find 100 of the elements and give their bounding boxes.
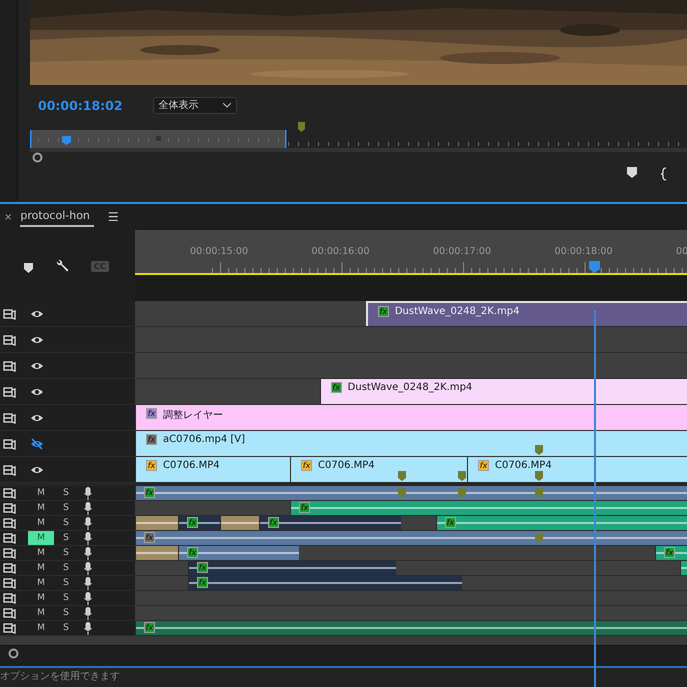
track-output-icon[interactable] (3, 386, 16, 398)
mute-button[interactable]: M (28, 561, 54, 575)
audio-clip[interactable]: fx (135, 531, 687, 545)
solo-button[interactable]: S (56, 518, 76, 528)
video-clip[interactable]: fx 調整レイヤー (135, 405, 687, 430)
track-output-icon[interactable] (3, 334, 16, 346)
fx-badge[interactable]: fx (146, 434, 157, 445)
fx-badge[interactable]: fx (299, 502, 310, 513)
microphone-icon[interactable] (84, 516, 92, 530)
microphone-icon[interactable] (84, 562, 92, 574)
zoom-dropdown[interactable]: 全体表示 (152, 96, 237, 114)
mute-button[interactable]: M (28, 606, 54, 620)
marker-icon[interactable] (24, 263, 33, 273)
audio-clip[interactable] (135, 546, 178, 560)
mute-button[interactable]: M (28, 546, 54, 560)
eye-hidden-icon[interactable] (30, 438, 44, 450)
microphone-icon[interactable] (84, 502, 92, 514)
microphone-icon[interactable] (84, 532, 92, 544)
eye-icon[interactable] (30, 360, 44, 370)
microphone-icon[interactable] (84, 486, 92, 500)
audio-clip[interactable]: fx (188, 576, 462, 590)
audio-clip[interactable]: fx (436, 516, 687, 530)
solo-button[interactable]: S (56, 548, 76, 558)
mute-button[interactable]: M (28, 486, 54, 500)
zoom-handle-icon[interactable] (32, 152, 43, 163)
fx-badge[interactable]: fx (301, 460, 312, 471)
wrench-icon[interactable] (55, 259, 69, 273)
mini-timeline-drawing[interactable] (30, 122, 687, 152)
solo-button[interactable]: S (56, 593, 76, 603)
solo-button[interactable]: S (56, 488, 76, 498)
menu-icon[interactable]: ☰ (108, 210, 119, 224)
close-icon[interactable]: × (4, 212, 12, 222)
video-clip[interactable]: fx DustWave_0248_2K.mp4 (320, 379, 687, 404)
solo-button[interactable]: S (56, 623, 76, 633)
marker-icon[interactable] (398, 488, 406, 498)
track-output-icon[interactable] (3, 464, 16, 476)
audio-clip[interactable] (135, 516, 178, 530)
track-output-icon[interactable] (3, 308, 16, 320)
video-clip[interactable]: fx DustWave_0248_2K.mp4 (366, 301, 687, 326)
audio-clip[interactable]: fx (178, 546, 299, 560)
mute-button[interactable]: M (28, 531, 54, 545)
fx-badge[interactable]: fx (378, 306, 389, 317)
fx-badge[interactable]: fx (146, 460, 157, 471)
video-clip[interactable]: fx C0706.MP4 (135, 457, 290, 482)
track-output-icon[interactable] (3, 438, 16, 450)
marker-icon[interactable] (398, 471, 406, 481)
audio-clip[interactable]: fx (290, 501, 687, 515)
solo-button[interactable]: S (56, 608, 76, 618)
marker-icon[interactable] (534, 488, 543, 498)
fx-badge[interactable]: fx (146, 408, 157, 419)
mute-button[interactable]: M (28, 576, 54, 590)
microphone-icon[interactable] (84, 576, 92, 590)
microphone-icon[interactable] (84, 546, 92, 560)
audio-clip[interactable]: fx (135, 621, 687, 635)
marker-icon[interactable] (534, 471, 543, 481)
fx-badge[interactable]: fx (664, 547, 676, 558)
eye-icon[interactable] (30, 308, 44, 318)
video-clip[interactable]: fx aC0706.mp4 [V] (135, 431, 687, 456)
zoom-handle-icon[interactable] (8, 648, 19, 659)
fx-badge[interactable]: fx (268, 517, 279, 528)
audio-clip[interactable]: fx (188, 561, 396, 575)
audio-clip[interactable]: fx (178, 516, 220, 530)
fx-badge[interactable]: fx (330, 382, 342, 393)
fx-badge[interactable]: fx (187, 517, 198, 528)
eye-icon[interactable] (30, 334, 44, 344)
mute-button[interactable]: M (28, 501, 54, 515)
video-clip[interactable]: fx C0706.MP4 (290, 457, 468, 482)
fx-badge[interactable]: fx (444, 517, 456, 528)
mute-button[interactable]: M (28, 621, 54, 635)
track-output-icon[interactable] (3, 412, 16, 424)
audio-clip[interactable]: fx (655, 546, 687, 560)
fx-badge[interactable]: fx (144, 532, 155, 543)
mute-button[interactable]: M (28, 591, 54, 605)
microphone-icon[interactable] (84, 622, 92, 634)
fx-badge[interactable]: fx (144, 487, 155, 498)
microphone-icon[interactable] (84, 592, 92, 604)
timecode[interactable]: 00:00:18:02 (38, 98, 123, 112)
solo-button[interactable]: S (56, 563, 76, 573)
eye-icon[interactable] (30, 386, 44, 396)
bracket-icon[interactable] (661, 167, 667, 181)
fx-badge[interactable]: fx (478, 460, 490, 471)
track-output-icon[interactable] (3, 360, 16, 372)
solo-button[interactable]: S (56, 503, 76, 513)
playhead-icon[interactable] (589, 261, 602, 273)
marker-icon[interactable] (458, 488, 466, 498)
audio-clip[interactable] (220, 516, 259, 530)
audio-clip[interactable]: fx (135, 486, 687, 500)
fx-badge[interactable]: fx (187, 547, 198, 558)
marker-icon[interactable] (534, 445, 543, 455)
audio-clip[interactable]: fx (258, 516, 401, 530)
sequence-tab[interactable]: protocol-hon (20, 207, 94, 227)
fx-badge[interactable]: fx (196, 577, 208, 588)
fx-badge[interactable]: fx (196, 562, 208, 573)
microphone-icon[interactable] (84, 606, 92, 620)
marker-icon[interactable] (627, 167, 637, 178)
marker-icon[interactable] (534, 533, 543, 543)
solo-button[interactable]: S (56, 533, 76, 543)
playhead-line[interactable] (594, 310, 596, 687)
video-clip[interactable]: fx C0706.MP4 (467, 457, 687, 482)
solo-button[interactable]: S (56, 578, 76, 588)
